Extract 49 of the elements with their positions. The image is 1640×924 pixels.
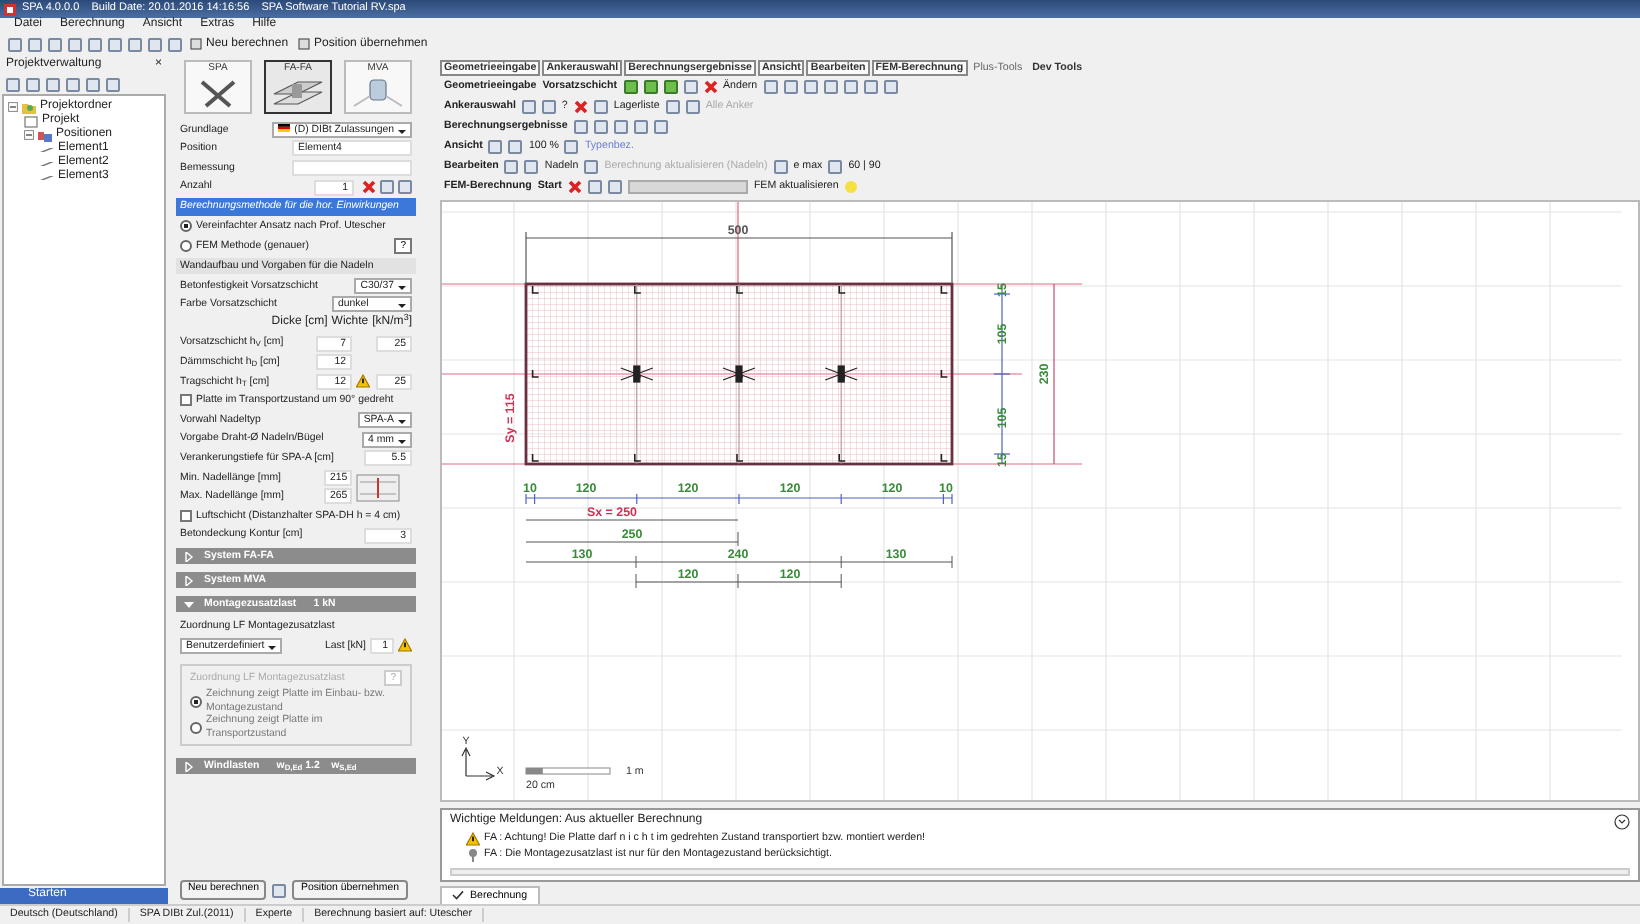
- needle-mark[interactable]: [940, 369, 949, 378]
- document-icon: [24, 115, 38, 127]
- toolbar-icon[interactable]: [272, 883, 287, 898]
- radio-button[interactable]: [180, 220, 192, 233]
- check-icon: [452, 890, 464, 901]
- collapse-arrow-icon: [184, 599, 194, 610]
- flag-icon: [278, 124, 291, 133]
- anchor-symbol[interactable]: [824, 365, 858, 383]
- checkbox[interactable]: [180, 394, 192, 407]
- needle-mark[interactable]: [531, 453, 540, 462]
- needle-mark[interactable]: [736, 285, 744, 294]
- info-icon: [466, 848, 480, 862]
- anchor-symbol[interactable]: [620, 365, 654, 383]
- needle-mark[interactable]: [940, 453, 949, 462]
- input-field[interactable]: [292, 159, 412, 176]
- warning-icon: [466, 832, 480, 846]
- delete-icon[interactable]: [567, 179, 582, 193]
- needle-mark[interactable]: [940, 285, 949, 294]
- expand-arrow-icon: [184, 575, 194, 586]
- status-field: [627, 179, 748, 193]
- axis-cross-drawing: [461, 746, 496, 781]
- radio-button[interactable]: [180, 240, 192, 252]
- folder-icon: [22, 101, 36, 113]
- toolbar-icon[interactable]: [773, 159, 788, 173]
- collapse-icon[interactable]: [8, 102, 18, 112]
- needle-mark[interactable]: [736, 453, 744, 462]
- horizontal-scrollbar[interactable]: [450, 868, 1630, 876]
- delete-icon[interactable]: [573, 99, 588, 113]
- needle-mark[interactable]: [634, 285, 642, 294]
- needle-mark[interactable]: [838, 453, 846, 462]
- app-logo-icon: [4, 3, 16, 15]
- needle-length-drawing: [356, 473, 400, 502]
- positions-icon: [38, 129, 52, 141]
- needle-mark[interactable]: [838, 285, 846, 294]
- sleeve-anchor-drawing: [350, 74, 406, 110]
- needle-mark[interactable]: [531, 285, 540, 294]
- delete-icon[interactable]: [362, 180, 376, 195]
- collapse-icon[interactable]: [24, 130, 34, 140]
- scale-bar: [525, 767, 611, 775]
- toolbar-icon[interactable]: [828, 159, 843, 173]
- expand-arrow-icon: [184, 551, 194, 562]
- slab-panel[interactable]: [524, 282, 954, 466]
- checkbox[interactable]: [180, 509, 192, 522]
- collapse-circle-icon[interactable]: [1614, 814, 1630, 830]
- anchor-symbol[interactable]: [722, 365, 756, 383]
- expand-arrow-icon: [184, 761, 194, 772]
- needle-mark[interactable]: [634, 453, 642, 462]
- needle-mark[interactable]: [531, 369, 540, 378]
- delete-icon[interactable]: [703, 79, 718, 93]
